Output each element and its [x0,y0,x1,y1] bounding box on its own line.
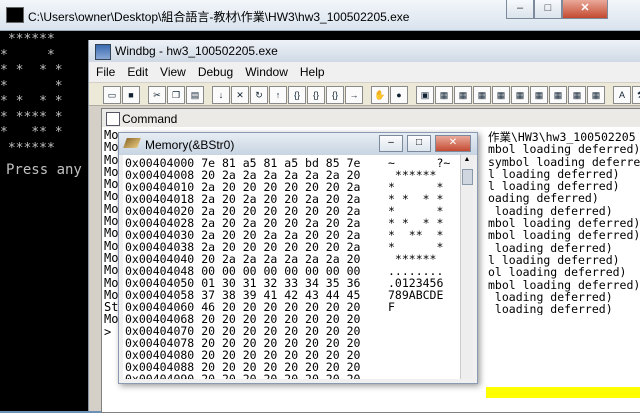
console-line: * * * * [0,94,63,109]
command-line-prefix: Mo [104,189,119,204]
windbg-app-icon [95,44,111,60]
menu-window[interactable]: Window [238,62,293,82]
command-line-text: loading deferred) [488,302,613,316]
registers-icon[interactable]: ▦ [473,86,491,104]
memory-ascii: F [388,300,395,314]
step-over-icon[interactable]: {} [307,86,325,104]
memory-titlebar[interactable]: Memory(&BStr0) – □ ✕ [119,133,477,155]
memory-address: 0x00404090 [125,372,195,379]
memory-maximize-button[interactable]: □ [407,135,431,152]
command-line-prefix: Mo [104,226,119,241]
callstack-icon[interactable]: ▦ [511,86,529,104]
command-line-prefix: Mo [104,263,119,278]
memory-dump[interactable]: 0x00404000 7e 81 a5 81 a5 bd 85 7e ~ ?~ 0x… [123,155,461,379]
disassembly-icon[interactable]: ▦ [530,86,548,104]
console-window-controls: – □ ✕ [506,0,608,20]
command-line-text: mbol loading deferred) [488,228,640,243]
command-line-text: oading deferred) [488,191,599,206]
menu-view[interactable]: View [153,62,191,82]
toolbar: ▭■✂❐▤↓✕↻↑{}{}{}→✋●▣▦▦▦▦▦▦▦▦▦A⚒ [89,83,640,106]
step-into-icon[interactable]: {} [288,86,306,104]
go-icon[interactable]: ↓ [212,86,230,104]
breakpoint-icon[interactable]: ● [390,86,408,104]
scroll-thumb[interactable] [462,169,473,185]
memory-minimize-button[interactable]: – [379,135,403,152]
command-line-text: ol loading deferred) [488,265,627,280]
memory-icon[interactable]: ▦ [492,86,510,104]
hand-icon[interactable]: ✋ [371,86,389,104]
console-press-text: Press any k [6,162,99,178]
command-line-text: mbol loading deferred) [488,277,640,292]
watch-icon[interactable]: ▦ [435,86,453,104]
command-line-prefix: Mo [104,140,119,155]
menu-debug[interactable]: Debug [191,62,238,82]
command-icon[interactable]: ▣ [416,86,434,104]
menu-edit[interactable]: Edit [120,62,153,82]
command-line-text: mbol loading deferred) [488,142,640,157]
menu-bar: File Edit View Debug Window Help [89,62,640,82]
memory-ascii: 789ABCDE [388,288,444,302]
run-to-cursor-icon[interactable]: → [345,86,363,104]
restart-icon[interactable]: ↻ [250,86,268,104]
windbg-title: Windbg - hw3_100502205.exe [115,44,278,58]
memory-scrollbar[interactable]: ▲ [460,155,473,379]
console-output: ****** * * * * * * * * * * * * * **** * * ** *… [0,32,100,156]
console-titlebar[interactable]: C:\Users\owner\Desktop\組合語言-教材\作業\HW3\hw… [0,0,640,31]
memory-window-icon [123,138,141,148]
console-line: * ** * [0,125,63,140]
console-title: C:\Users\owner\Desktop\組合語言-教材\作業\HW3\hw… [28,10,410,24]
console-line: * * * * [0,63,63,78]
memory-hex-bytes: 20 20 20 20 20 20 20 20 [201,372,361,379]
command-title: Command [122,112,178,126]
command-line-prefix: > [104,324,112,339]
break-icon[interactable]: ✕ [231,86,249,104]
command-window-icon [106,112,120,126]
console-line: * * [0,47,55,63]
scroll-up-icon[interactable]: ▲ [461,155,473,165]
console-app-icon [6,7,24,23]
copy-icon[interactable]: ❐ [167,86,185,104]
memory-row: 0x00404090 20 20 20 20 20 20 20 20 [125,373,360,379]
menu-help[interactable]: Help [293,62,330,82]
processes-icon[interactable]: ▦ [568,86,586,104]
close-button[interactable]: ✕ [562,0,608,19]
source-mode-icon[interactable]: ▦ [587,86,605,104]
console-line: * **** * [0,109,63,125]
console-line: * * [0,78,63,94]
command-line-prefix: Mo [104,275,119,290]
memory-window[interactable]: Memory(&BStr0) – □ ✕ 0x00404000 7e 81 a5… [118,132,478,384]
minimize-button[interactable]: – [506,0,534,19]
console-line: ****** [0,32,55,47]
command-line-prefix: Mo [104,312,119,327]
command-output-right: 作業\HW3\hw3_100502205 mbol loading deferre… [488,131,640,315]
open-icon[interactable]: ▭ [103,86,121,104]
command-input[interactable] [486,387,640,398]
locals-icon[interactable]: ▦ [454,86,472,104]
memory-title: Memory(&BStr0) [145,138,235,152]
command-output-left: Mo Mo Mo Mo Mo Mo Mo Mo Mo Mo Mo Mo Mo Mo St Mo > [104,129,118,338]
memory-window-controls: – □ ✕ [379,135,471,152]
command-titlebar[interactable]: Command [102,109,640,127]
font-icon[interactable]: A [613,86,631,104]
options-icon[interactable]: ⚒ [632,86,640,104]
menu-file[interactable]: File [89,62,120,82]
windbg-titlebar[interactable]: Windbg - hw3_100502205.exe [89,40,640,62]
stop-icon[interactable]: ↑ [269,86,287,104]
save-icon[interactable]: ■ [122,86,140,104]
scratch-icon[interactable]: ▦ [549,86,567,104]
memory-close-button[interactable]: ✕ [435,135,471,152]
step-out-icon[interactable]: {} [326,86,344,104]
paste-icon[interactable]: ▤ [186,86,204,104]
maximize-button[interactable]: □ [534,0,562,19]
cut-icon[interactable]: ✂ [148,86,166,104]
console-line: ****** [0,140,55,156]
